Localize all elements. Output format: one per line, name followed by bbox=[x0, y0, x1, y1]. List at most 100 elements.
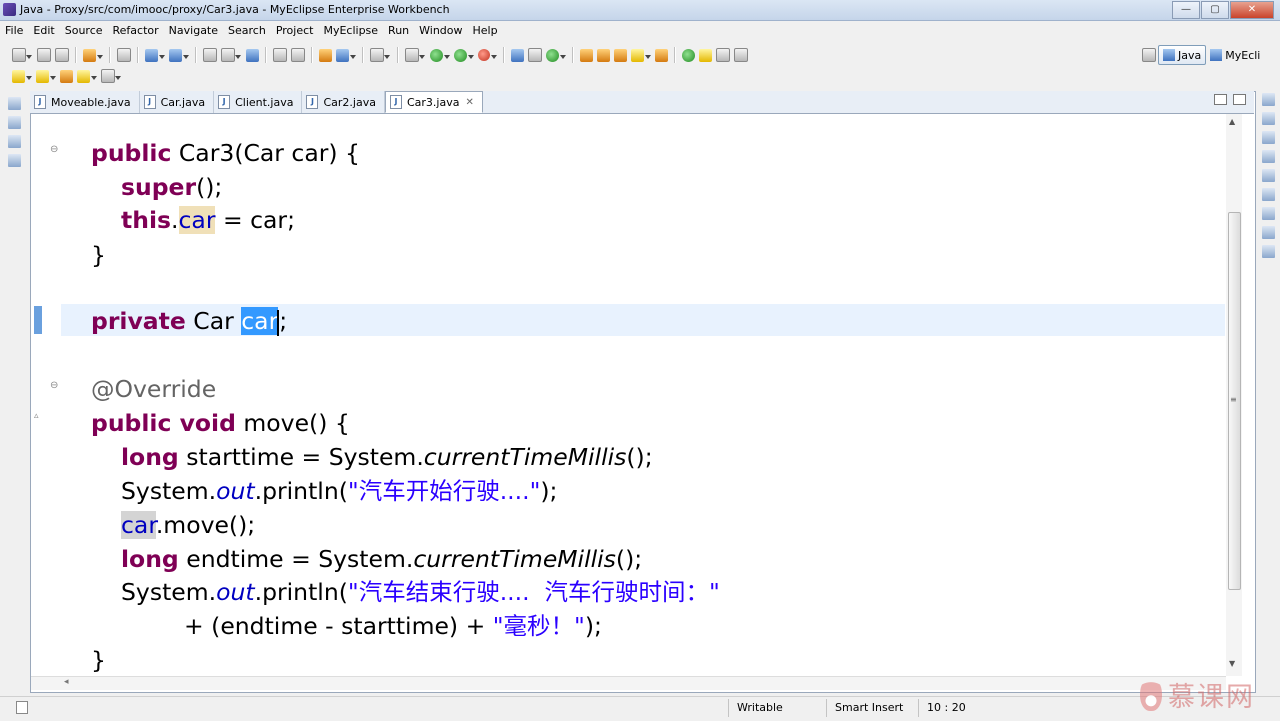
menu-navigate[interactable]: Navigate bbox=[164, 24, 223, 37]
new-java-project-icon[interactable] bbox=[511, 48, 524, 62]
open-task-icon[interactable] bbox=[580, 48, 593, 62]
close-button[interactable]: ✕ bbox=[1230, 1, 1274, 19]
server-icon[interactable] bbox=[117, 48, 131, 62]
tab-client-java[interactable]: J Client.java bbox=[214, 91, 303, 113]
outline-icon[interactable] bbox=[1262, 207, 1275, 220]
toolbar-separator bbox=[503, 47, 505, 63]
restore-icon[interactable] bbox=[8, 97, 21, 110]
problems-icon[interactable] bbox=[1262, 112, 1275, 125]
status-cursor-position: 10 : 20 bbox=[918, 699, 987, 717]
menu-edit[interactable]: Edit bbox=[28, 24, 59, 37]
scroll-down-icon[interactable]: ▼ bbox=[1229, 659, 1235, 668]
scroll-grip-icon: ≡ bbox=[1230, 395, 1237, 404]
web-service-icon[interactable] bbox=[336, 48, 356, 62]
next-annotation-icon[interactable] bbox=[12, 69, 32, 83]
restore-icon[interactable] bbox=[1262, 93, 1275, 106]
deploy-icon[interactable] bbox=[145, 48, 165, 62]
javadoc-icon[interactable] bbox=[1262, 131, 1275, 144]
menu-myeclipse[interactable]: MyEclipse bbox=[318, 24, 383, 37]
browser-icon[interactable] bbox=[169, 48, 189, 62]
cut-icon[interactable] bbox=[273, 48, 287, 62]
last-edit-location-icon[interactable] bbox=[60, 69, 73, 83]
package-explorer-icon[interactable] bbox=[8, 116, 21, 129]
mark-occurrences-icon[interactable] bbox=[699, 48, 712, 62]
myeclipse-app-icon bbox=[3, 3, 16, 16]
previous-annotation-icon[interactable] bbox=[36, 69, 56, 83]
menu-run[interactable]: Run bbox=[383, 24, 414, 37]
back-icon[interactable] bbox=[77, 69, 97, 83]
forward-icon[interactable] bbox=[101, 69, 121, 83]
copy-icon[interactable] bbox=[291, 48, 305, 62]
perspective-java[interactable]: Java bbox=[1158, 45, 1207, 65]
fold-toggle-icon[interactable]: ⊖ bbox=[50, 144, 58, 155]
code-line: @Override bbox=[91, 375, 217, 403]
hierarchy-icon[interactable] bbox=[8, 135, 21, 148]
show-whitespace-icon[interactable] bbox=[734, 48, 748, 62]
tab-car3-java[interactable]: J Car3.java ✕ bbox=[384, 91, 483, 113]
menu-search[interactable]: Search bbox=[223, 24, 271, 37]
editor-tab-strip: J Moveable.java J Car.java J Client.java… bbox=[30, 91, 1254, 114]
globe-icon[interactable] bbox=[246, 48, 259, 62]
leaf-icon[interactable] bbox=[1262, 245, 1275, 258]
menu-file[interactable]: File bbox=[0, 24, 28, 37]
scroll-up-icon[interactable]: ▲ bbox=[1229, 117, 1235, 126]
new-class-icon[interactable] bbox=[528, 48, 542, 62]
tab-car2-java[interactable]: J Car2.java bbox=[302, 91, 385, 113]
menu-source[interactable]: Source bbox=[60, 24, 108, 37]
new-icon[interactable] bbox=[12, 48, 32, 62]
field-occurrence: car bbox=[121, 511, 156, 539]
minimize-button[interactable]: — bbox=[1172, 1, 1200, 19]
scroll-left-icon[interactable]: ◂ bbox=[64, 677, 69, 687]
minimize-view-icon[interactable] bbox=[1214, 94, 1227, 105]
tab-moveable-java[interactable]: J Moveable.java bbox=[30, 91, 140, 113]
fold-toggle-icon[interactable]: ⊖ bbox=[50, 380, 58, 391]
restore-icon[interactable] bbox=[1262, 226, 1275, 239]
editor-view-controls bbox=[1208, 94, 1246, 105]
fast-view-icon[interactable] bbox=[16, 701, 28, 714]
debug-icon[interactable] bbox=[405, 48, 425, 62]
console-icon[interactable] bbox=[1262, 169, 1275, 182]
menu-refactor[interactable]: Refactor bbox=[108, 24, 164, 37]
java-file-icon: J bbox=[306, 95, 319, 109]
main-toolbar bbox=[0, 45, 1140, 65]
block-selection-icon[interactable] bbox=[716, 48, 730, 62]
menu-help[interactable]: Help bbox=[468, 24, 503, 37]
maximize-button[interactable]: ▢ bbox=[1201, 1, 1229, 19]
horizontal-scrollbar[interactable] bbox=[31, 676, 1226, 690]
tab-label: Client.java bbox=[235, 95, 294, 109]
annotation-icon[interactable] bbox=[655, 48, 668, 62]
tab-label: Car3.java bbox=[406, 95, 460, 109]
team-icon[interactable] bbox=[203, 48, 217, 62]
maximize-view-icon[interactable] bbox=[1233, 94, 1246, 105]
perspective-myeclipse[interactable]: MyEcli bbox=[1206, 46, 1264, 64]
print-icon[interactable] bbox=[55, 48, 69, 62]
selected-text: car bbox=[241, 307, 279, 335]
occurrence-marker bbox=[34, 306, 42, 334]
java-file-icon: J bbox=[34, 95, 46, 109]
open-perspective-icon[interactable] bbox=[1142, 48, 1156, 62]
coverage-icon[interactable] bbox=[454, 48, 474, 62]
open-resource-icon[interactable] bbox=[597, 48, 610, 62]
navigator-icon[interactable] bbox=[8, 154, 21, 167]
external-tools-icon[interactable] bbox=[478, 49, 497, 61]
search-icon[interactable] bbox=[614, 48, 627, 62]
new-class-wizard-icon[interactable] bbox=[546, 48, 566, 62]
restore-icon[interactable] bbox=[1262, 188, 1275, 201]
toolbar-separator bbox=[362, 47, 364, 63]
server-launch-icon[interactable] bbox=[370, 48, 390, 62]
compare-icon[interactable] bbox=[221, 48, 241, 62]
code-line: super(); bbox=[121, 173, 223, 201]
toolbar-separator bbox=[311, 47, 313, 63]
save-icon[interactable] bbox=[37, 48, 51, 62]
declaration-icon[interactable] bbox=[1262, 150, 1275, 163]
tab-car-java[interactable]: J Car.java bbox=[140, 91, 215, 113]
run-icon[interactable] bbox=[430, 48, 450, 62]
menu-window[interactable]: Window bbox=[414, 24, 467, 37]
open-type-icon[interactable] bbox=[319, 48, 332, 62]
toggle-ant-icon[interactable] bbox=[682, 48, 695, 62]
pencil-icon[interactable] bbox=[631, 48, 651, 62]
new-package-icon[interactable] bbox=[83, 48, 103, 62]
close-icon[interactable]: ✕ bbox=[465, 97, 473, 108]
toolbar-separator bbox=[674, 47, 676, 63]
menu-project[interactable]: Project bbox=[271, 24, 319, 37]
